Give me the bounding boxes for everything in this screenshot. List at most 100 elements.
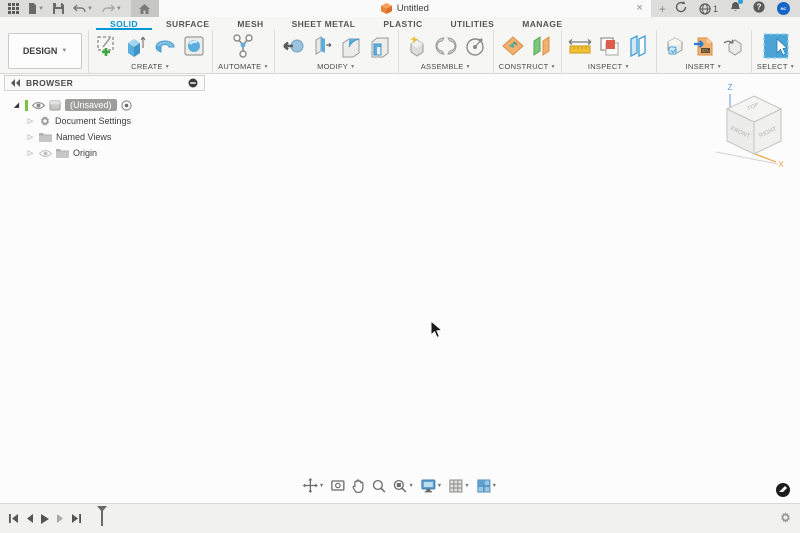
press-pull-icon[interactable] (280, 33, 306, 59)
insert-mcmaster-icon[interactable] (720, 33, 746, 59)
construct-menu[interactable]: CONSTRUCT▼ (499, 62, 556, 72)
automate-label: AUTOMATE (218, 62, 261, 71)
go-to-end-icon[interactable] (71, 513, 82, 524)
tab-surface[interactable]: SURFACE (152, 17, 223, 30)
tab-plastic[interactable]: PLASTIC (369, 17, 436, 30)
group-inspect: INSPECT▼ (561, 30, 656, 73)
expand-icon[interactable]: ▷ (26, 117, 35, 125)
undo-caret: ▼ (87, 6, 93, 12)
modify-menu[interactable]: MODIFY▼ (317, 62, 355, 72)
pan-icon[interactable] (352, 479, 365, 493)
step-back-icon[interactable] (25, 513, 34, 524)
data-panel-icon[interactable] (5, 0, 22, 17)
modeling-canvas[interactable]: BROWSER ◢ (Unsaved) ▷ Document Settings (0, 75, 800, 503)
view-cube[interactable]: Z X TOP FRONT RIGHT (708, 80, 788, 170)
new-component-icon[interactable] (404, 33, 430, 59)
insert-derive-icon[interactable] (662, 33, 688, 59)
ribbon-toolbar: SOLID SURFACE MESH SHEET METAL PLASTIC U… (0, 17, 800, 74)
extensions-icon[interactable]: 1 (699, 3, 718, 15)
tab-utilities[interactable]: UTILITIES (437, 17, 509, 30)
insert-menu[interactable]: INSERT▼ (686, 62, 722, 72)
expand-icon[interactable]: ▷ (26, 149, 35, 157)
joint-icon[interactable] (433, 33, 459, 59)
offset-plane-icon[interactable] (529, 33, 555, 59)
section-analysis-icon[interactable] (596, 33, 622, 59)
navigation-bar: ▼ ▼ ▼ ▼ (303, 478, 497, 493)
offset-face-icon[interactable] (309, 33, 335, 59)
group-create: CREATE▼ (88, 30, 212, 73)
tab-manage[interactable]: MANAGE (508, 17, 576, 30)
close-tab-icon[interactable]: × (636, 1, 642, 15)
visibility-off-eye-icon[interactable] (39, 149, 52, 158)
shell-icon[interactable] (367, 33, 393, 59)
tab-mesh[interactable]: MESH (223, 17, 277, 30)
undo-icon[interactable]: ▼ (70, 0, 96, 17)
orbit-icon[interactable]: ▼ (303, 478, 324, 493)
component-icon (49, 99, 61, 111)
fit-icon[interactable]: ▼ (393, 479, 413, 493)
collapse-browser-icon[interactable] (11, 79, 20, 87)
create-menu[interactable]: CREATE▼ (131, 62, 170, 72)
group-select: SELECT▼ (751, 30, 800, 73)
visibility-eye-icon[interactable] (32, 101, 45, 110)
as-built-joint-icon[interactable] (462, 33, 488, 59)
activate-component-icon[interactable] (121, 100, 132, 111)
interference-icon[interactable] (625, 33, 651, 59)
step-forward-icon[interactable] (56, 513, 65, 524)
tree-item-label: Origin (73, 148, 97, 158)
zoom-icon[interactable] (372, 479, 386, 493)
tree-item-document-settings[interactable]: ▷ Document Settings (12, 113, 205, 129)
extrude-icon[interactable] (123, 33, 149, 59)
look-at-icon[interactable] (331, 479, 345, 492)
group-assemble: ASSEMBLE▼ (398, 30, 493, 73)
create-sketch-icon[interactable] (94, 33, 120, 59)
save-icon[interactable] (50, 0, 67, 17)
file-menu-icon[interactable]: ▼ (25, 0, 47, 17)
go-to-start-icon[interactable] (8, 513, 19, 524)
play-icon[interactable] (40, 513, 50, 525)
measure-icon[interactable] (567, 33, 593, 59)
notifications-bell-icon[interactable] (730, 1, 741, 16)
select-menu[interactable]: SELECT▼ (757, 62, 795, 72)
expand-icon[interactable]: ▷ (26, 133, 35, 141)
home-tab[interactable] (131, 0, 159, 17)
inspect-menu[interactable]: INSPECT▼ (588, 62, 630, 72)
hole-icon[interactable] (181, 33, 207, 59)
insert-mesh-icon[interactable]: STL (691, 33, 717, 59)
home-icon (139, 4, 150, 14)
create-label: CREATE (131, 62, 163, 71)
tab-solid[interactable]: SOLID (96, 17, 152, 30)
assemble-menu[interactable]: ASSEMBLE▼ (421, 62, 471, 72)
assistant-bubble-icon[interactable] (776, 483, 790, 497)
tree-root-row[interactable]: ◢ (Unsaved) (12, 97, 205, 113)
display-settings-icon[interactable] (188, 78, 198, 88)
job-status-icon[interactable] (675, 1, 687, 16)
automate-menu[interactable]: AUTOMATE▼ (218, 62, 269, 72)
ribbon-tabs: SOLID SURFACE MESH SHEET METAL PLASTIC U… (96, 17, 800, 30)
root-document-label[interactable]: (Unsaved) (65, 99, 117, 111)
select-icon[interactable] (760, 32, 792, 60)
stl-badge-text: STL (702, 48, 710, 53)
grid-layout-icon[interactable]: ▼ (449, 479, 469, 493)
viewports-icon[interactable]: ▼ (477, 479, 497, 493)
timeline-settings-gear-icon[interactable] (779, 511, 800, 527)
timeline-position-marker[interactable] (96, 505, 108, 532)
timeline-playback (0, 513, 82, 525)
root-expand-icon[interactable]: ◢ (12, 101, 21, 109)
tab-sheet-metal[interactable]: SHEET METAL (278, 17, 370, 30)
document-tab[interactable]: Untitled × (159, 0, 651, 17)
construction-plane-icon[interactable] (500, 33, 526, 59)
insert-label: INSERT (686, 62, 715, 71)
tree-item-origin[interactable]: ▷ Origin (12, 145, 205, 161)
display-settings-nav-icon[interactable]: ▼ (421, 479, 442, 493)
workspace-selector[interactable]: DESIGN ▼ (8, 33, 82, 69)
new-tab-icon[interactable]: + (651, 2, 674, 16)
fillet-icon[interactable] (338, 33, 364, 59)
revolve-icon[interactable] (152, 33, 178, 59)
user-avatar[interactable]: NC (777, 2, 790, 15)
help-icon[interactable]: ? (753, 1, 765, 16)
redo-icon[interactable]: ▼ (99, 0, 125, 17)
tree-item-named-views[interactable]: ▷ Named Views (12, 129, 205, 145)
axis-z-label: Z (728, 83, 733, 92)
automate-configure-icon[interactable] (230, 33, 256, 59)
